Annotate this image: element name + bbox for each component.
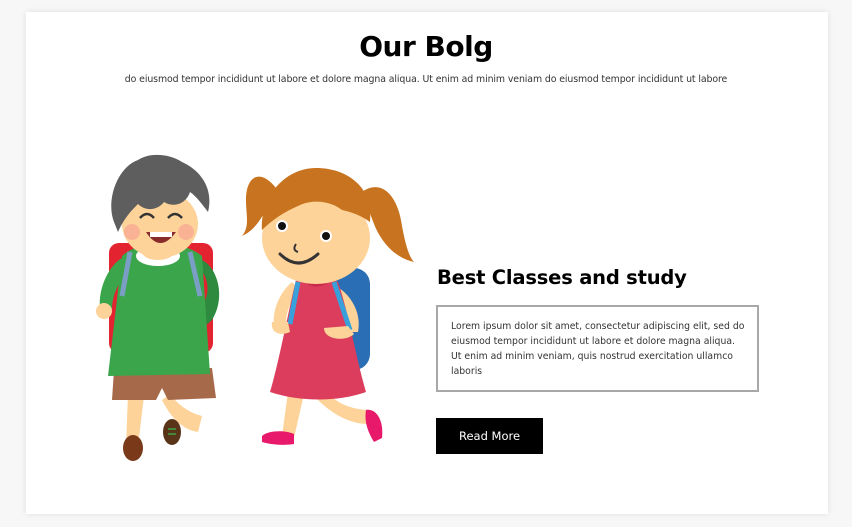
boy-figure: [96, 154, 220, 461]
kids-with-backpacks-illustration: [96, 154, 414, 461]
post-excerpt: Lorem ipsum dolor sit amet, consectetur …: [436, 305, 759, 392]
section-title: Our Bolg: [359, 30, 493, 63]
post-heading: Best Classes and study: [437, 266, 687, 289]
girl-figure: [242, 168, 414, 445]
read-more-button[interactable]: Read More: [436, 418, 543, 454]
section-subtitle: do eiusmod tempor incididunt ut labore e…: [124, 74, 728, 85]
